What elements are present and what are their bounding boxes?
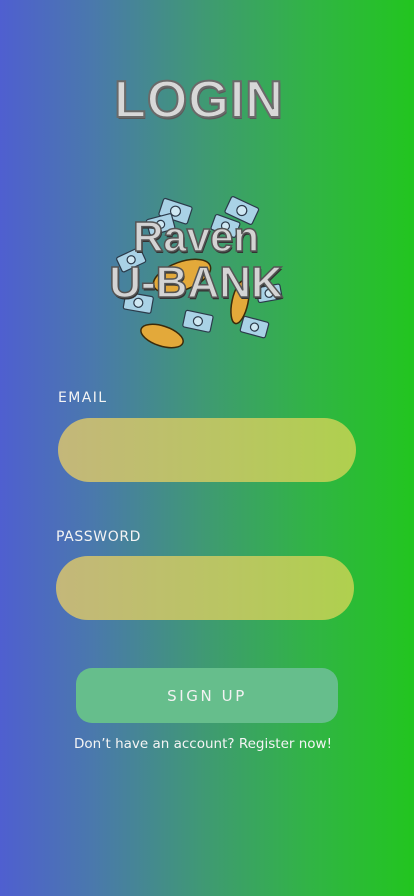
logo-line-raven: Raven [132, 213, 260, 260]
register-link[interactable]: Don’t have an account? Register now! [0, 736, 406, 752]
password-label: PASSWORD [56, 529, 142, 545]
email-field[interactable] [58, 418, 356, 482]
bank-logo: Raven U-BANK [98, 188, 294, 354]
sign-up-button[interactable]: SIGN UP [76, 668, 338, 723]
email-label: EMAIL [58, 390, 108, 406]
page-title: LOGIN [113, 70, 284, 130]
password-field[interactable] [56, 556, 354, 620]
logo-line-ubank: U-BANK [108, 258, 283, 307]
